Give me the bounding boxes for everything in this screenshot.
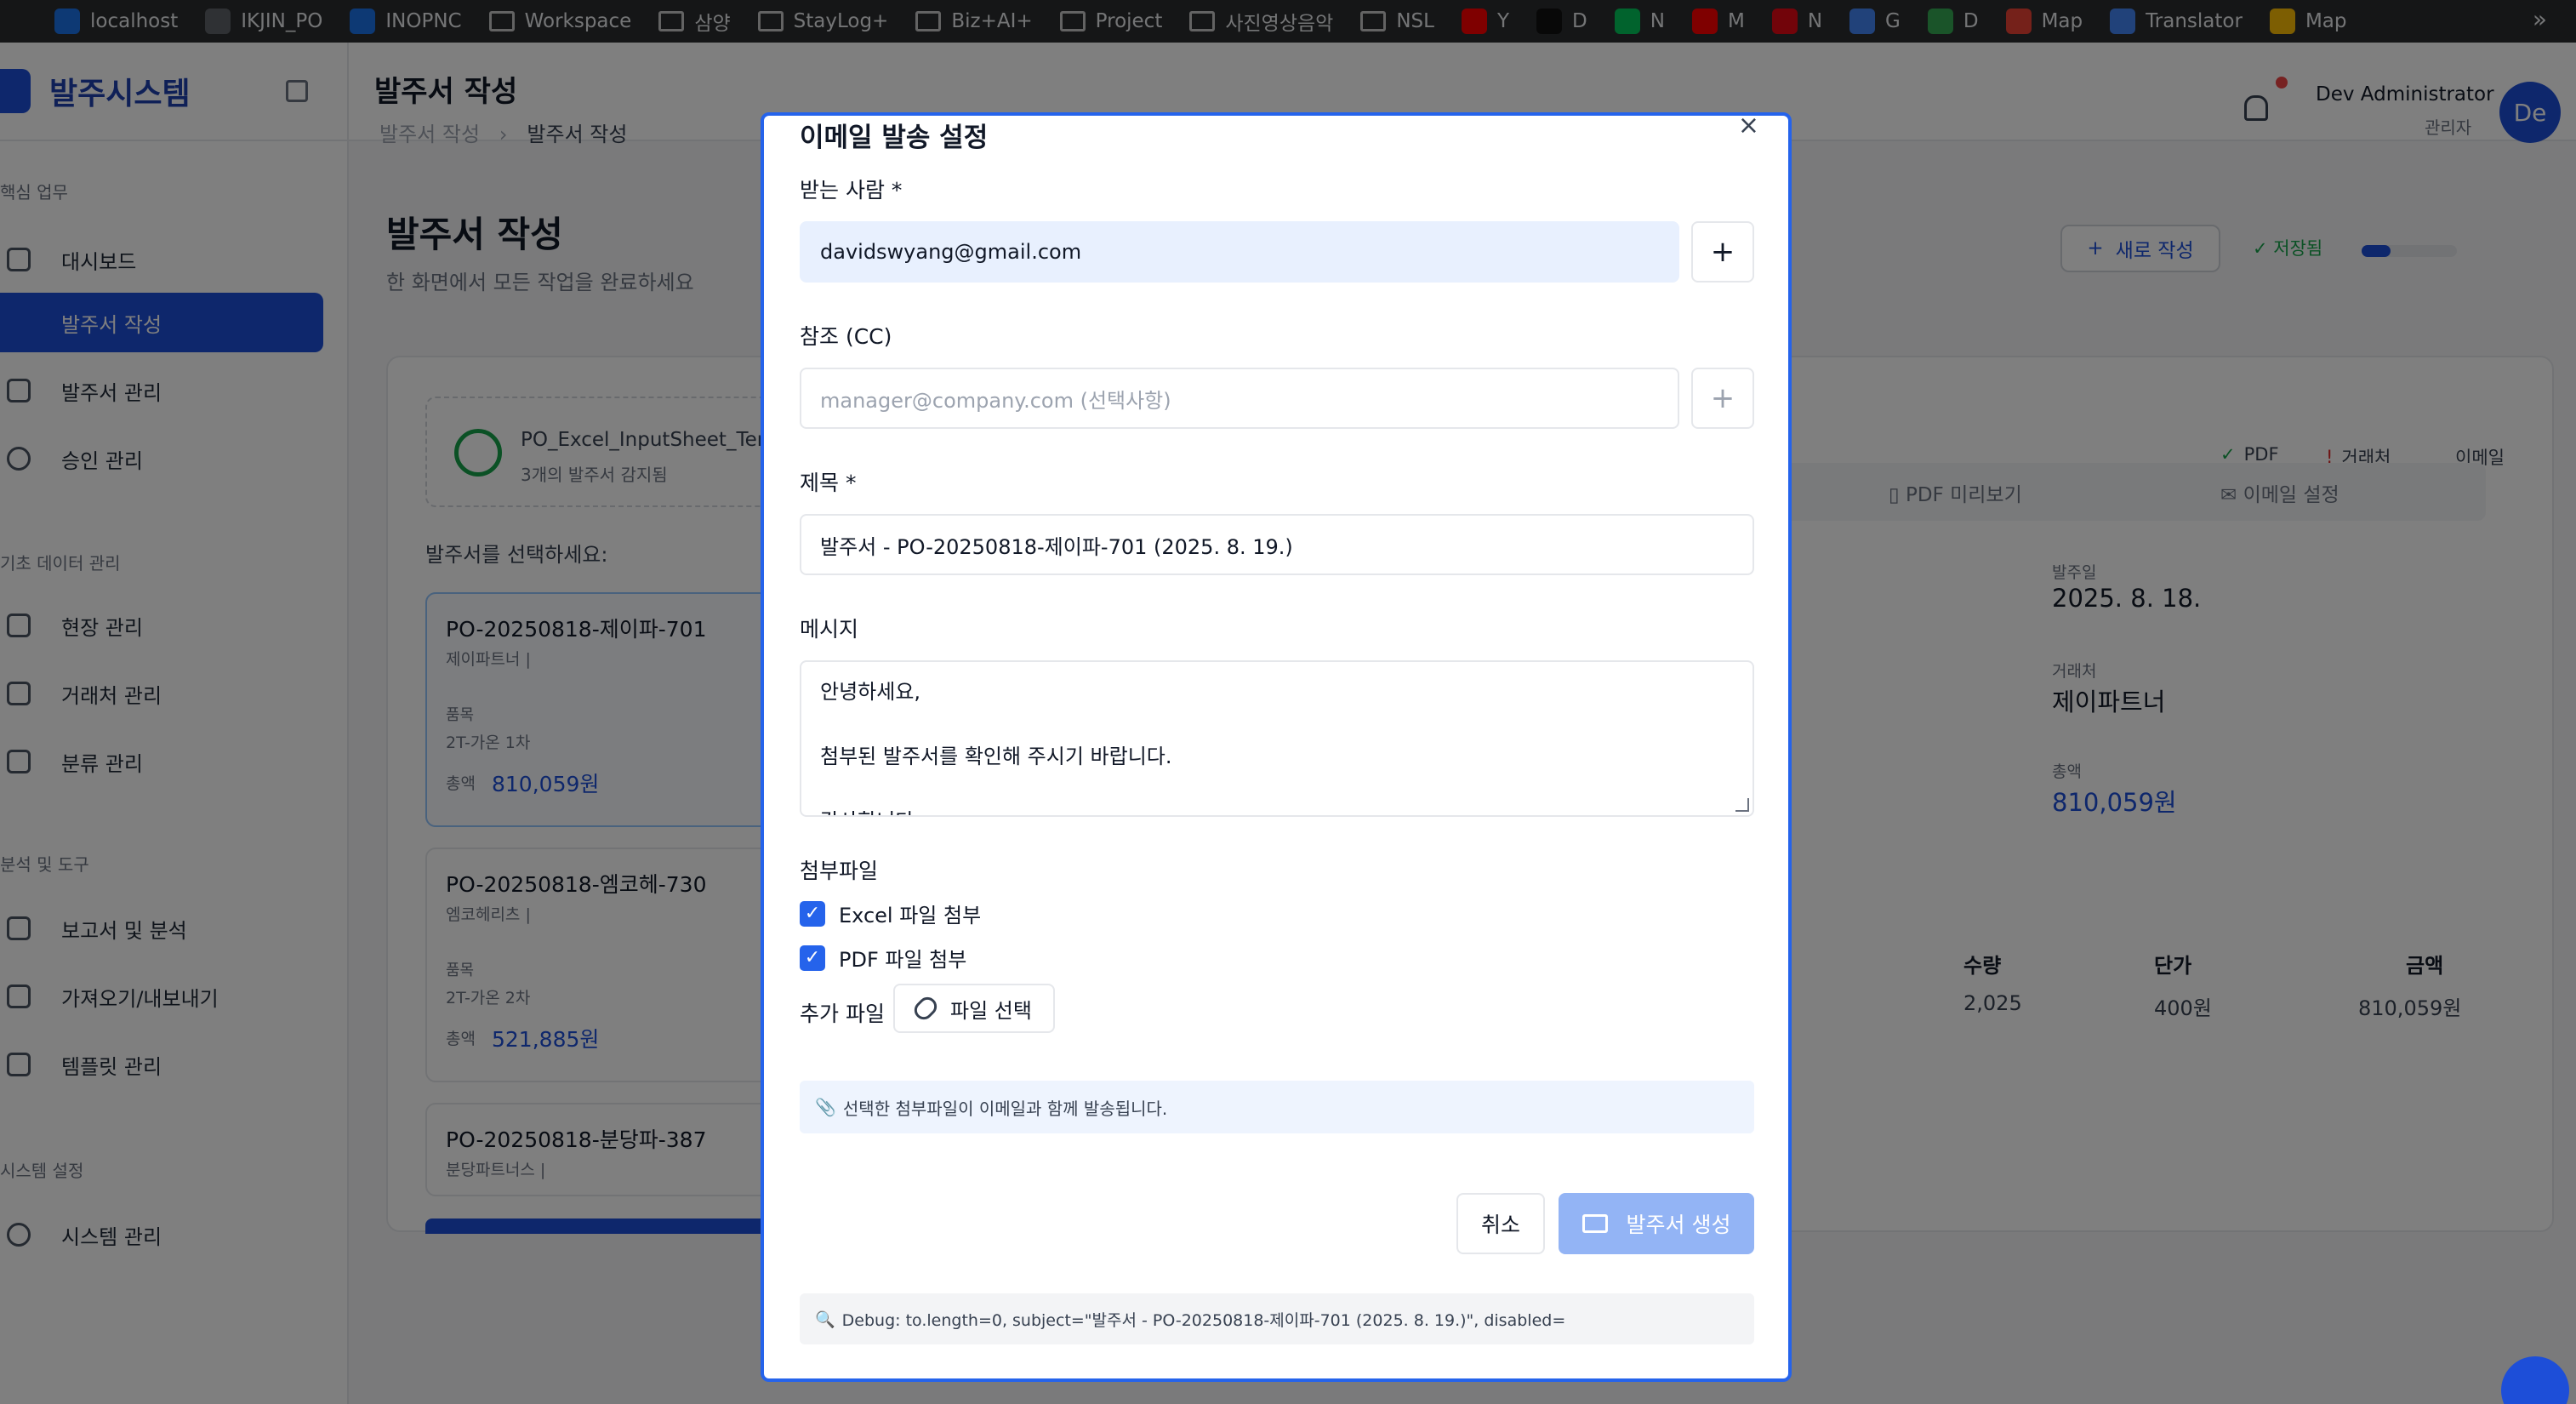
extra-file-label: 추가 파일 — [800, 1002, 885, 1026]
message-line-blank — [820, 773, 1734, 805]
modal-title: 이메일 발송 설정 — [800, 123, 989, 153]
message-label: 메시지 — [800, 617, 859, 642]
debug-text: Debug: to.length=0, subject="발주서 - PO-20… — [841, 1310, 1566, 1330]
attach-pdf-checkbox[interactable]: ✓ PDF 파일 첨부 — [800, 943, 966, 973]
create-po-label: 발주서 생성 — [1626, 1213, 1731, 1237]
create-po-button[interactable]: 발주서 생성 — [1559, 1193, 1754, 1254]
cancel-button[interactable]: 취소 — [1456, 1193, 1545, 1254]
to-email-input[interactable]: davidswyang@gmail.com — [800, 221, 1679, 283]
attach-excel-label: Excel 파일 첨부 — [839, 904, 982, 927]
attach-excel-checkbox[interactable]: ✓ Excel 파일 첨부 — [800, 899, 981, 928]
file-select-label: 파일 선택 — [950, 998, 1032, 1023]
add-cc-button[interactable]: + — [1691, 368, 1754, 429]
paperclip-icon: 📎 — [815, 1097, 836, 1117]
attachment-note-text: 선택한 첨부파일이 이메일과 함께 발송됩니다. — [842, 1098, 1168, 1119]
message-line: 감사합니다. — [820, 805, 1734, 815]
message-line-blank — [820, 708, 1734, 740]
close-icon[interactable]: × — [1738, 116, 1759, 140]
file-select-button[interactable]: 파일 선택 — [893, 984, 1055, 1033]
subject-input[interactable]: 발주서 - PO-20250818-제이파-701 (2025. 8. 19.) — [800, 514, 1754, 575]
attachments-label: 첨부파일 — [800, 859, 879, 883]
add-recipient-button[interactable]: + — [1691, 221, 1754, 283]
mail-icon — [1582, 1214, 1608, 1233]
email-settings-modal: 이메일 발송 설정 × 받는 사람 * davidswyang@gmail.co… — [761, 112, 1792, 1382]
cc-email-input[interactable]: manager@company.com (선택사항) — [800, 368, 1679, 429]
checkbox-checked-icon: ✓ — [800, 945, 825, 971]
checkbox-checked-icon: ✓ — [800, 900, 825, 927]
message-line: 첨부된 발주서를 확인해 주시기 바랍니다. — [820, 745, 1172, 768]
attachment-note: 📎 선택한 첨부파일이 이메일과 함께 발송됩니다. — [800, 1081, 1754, 1133]
debug-info: 🔍 Debug: to.length=0, subject="발주서 - PO-2… — [800, 1293, 1754, 1344]
attach-pdf-label: PDF 파일 첨부 — [839, 948, 967, 972]
to-label: 받는 사람 * — [800, 178, 903, 203]
cc-label: 참조 (CC) — [800, 324, 892, 349]
message-textarea[interactable]: 안녕하세요, 첨부된 발주서를 확인해 주시기 바랍니다. 감사합니다. — [800, 660, 1754, 817]
magnifier-icon: 🔍 — [815, 1310, 835, 1329]
message-line: 안녕하세요, — [820, 680, 921, 704]
paperclip-icon — [910, 993, 941, 1024]
resize-handle[interactable] — [1735, 798, 1749, 812]
subject-label: 제목 * — [800, 471, 857, 495]
